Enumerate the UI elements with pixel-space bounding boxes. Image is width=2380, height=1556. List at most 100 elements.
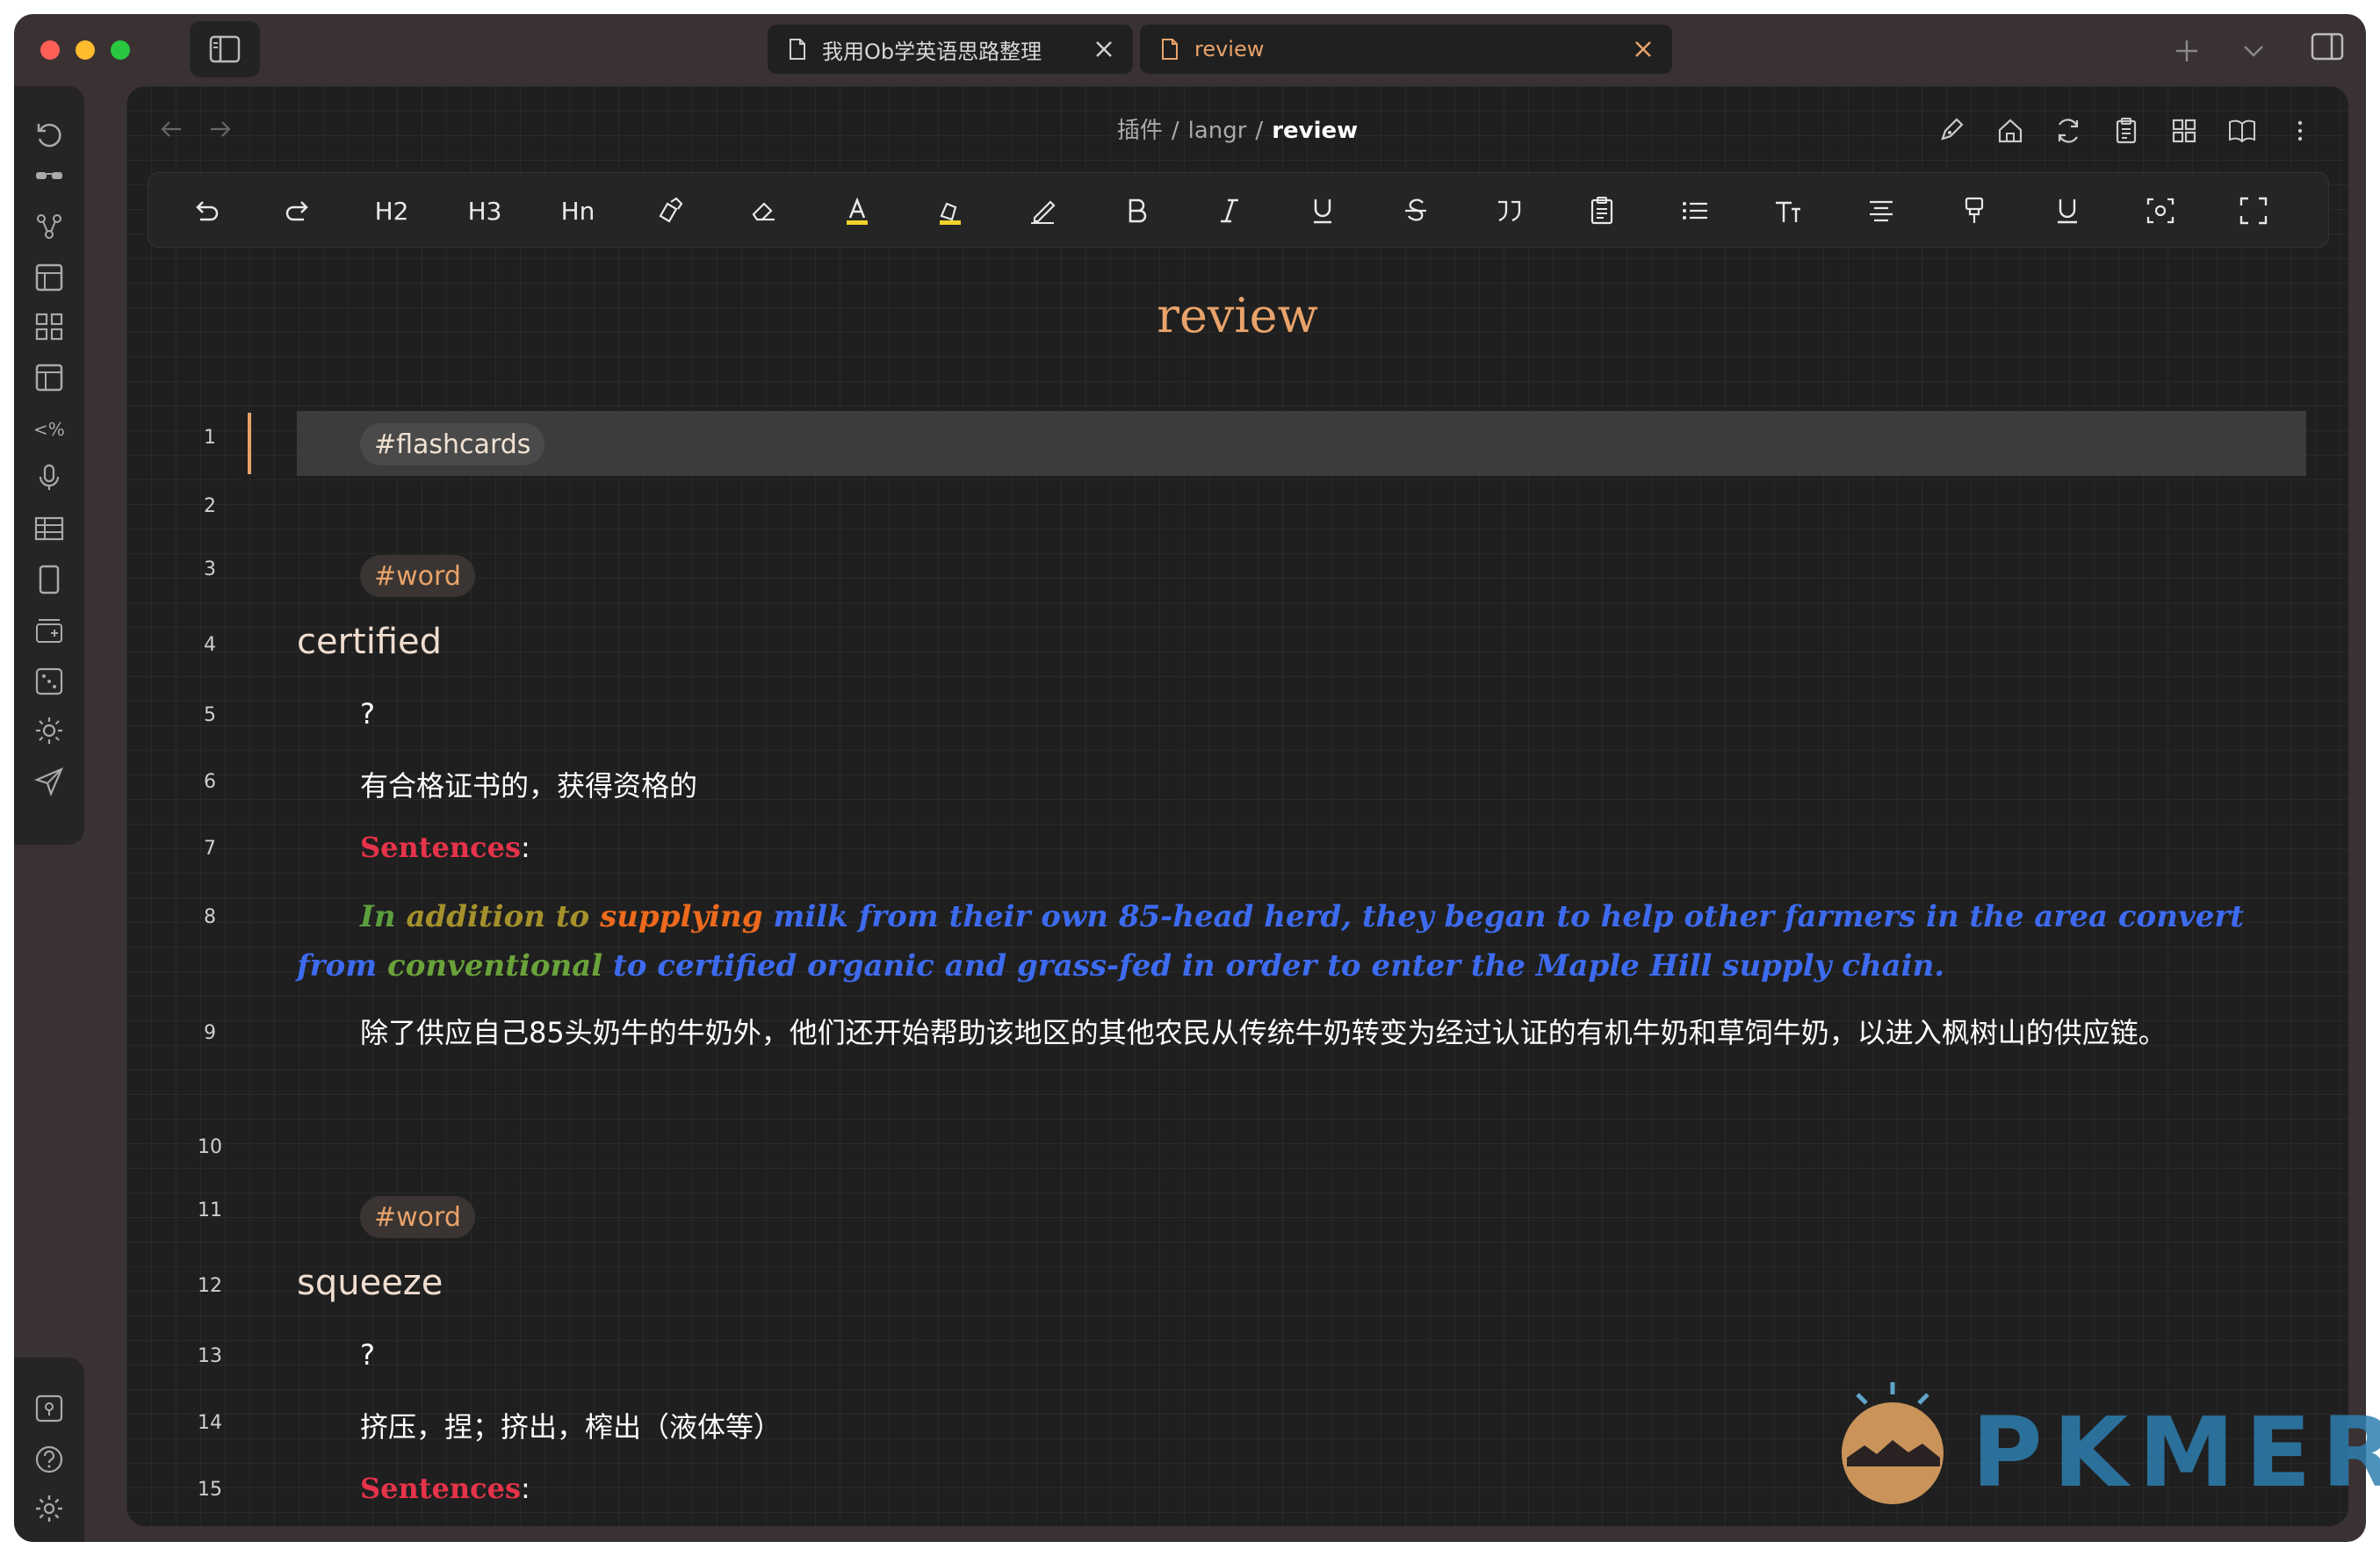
tab-list-chevron-icon[interactable]: [2236, 33, 2271, 68]
format-brush-icon: [659, 197, 683, 223]
close-tab-icon[interactable]: [1094, 40, 1114, 59]
strikethrough-button[interactable]: [1394, 191, 1438, 231]
font-color-button[interactable]: [835, 191, 879, 231]
sentences-colon: :: [521, 831, 530, 864]
eraser-icon: [752, 202, 775, 221]
settings-gear-icon[interactable]: [33, 1493, 65, 1524]
breadcrumb-separator: /: [1255, 118, 1264, 144]
close-tab-icon[interactable]: [1634, 40, 1653, 59]
help-icon[interactable]: [33, 1444, 65, 1475]
word-heading: squeeze: [297, 1263, 444, 1303]
pen-button[interactable]: [1021, 191, 1065, 231]
left-ribbon-bottom: [14, 1358, 84, 1542]
tab-label: review: [1194, 37, 1265, 61]
sun-icon[interactable]: [33, 715, 65, 746]
tag-word[interactable]: #word: [360, 1196, 475, 1238]
quote-button[interactable]: [1487, 191, 1531, 231]
breadcrumb-part[interactable]: langr: [1188, 118, 1247, 144]
word-meaning: 有合格证书的，获得资格的: [360, 769, 698, 803]
vault-icon[interactable]: [33, 1393, 65, 1424]
focus-button[interactable]: [2138, 191, 2182, 231]
templater-icon[interactable]: <%: [33, 413, 65, 444]
add-card-icon[interactable]: [33, 615, 65, 646]
underline-alt-button[interactable]: [2045, 191, 2089, 231]
example-sentence: In addition to supplying milk from their…: [297, 892, 2306, 991]
table-icon[interactable]: [33, 513, 65, 544]
grid-view-icon[interactable]: [2169, 116, 2199, 146]
heading-2-button[interactable]: H2: [370, 191, 414, 231]
dashboard-icon[interactable]: [33, 311, 65, 342]
highlight-button[interactable]: [928, 191, 972, 231]
undo-button[interactable]: [184, 191, 227, 231]
tablet-icon[interactable]: [33, 564, 65, 595]
example-fragment: In: [360, 899, 407, 934]
underline-button[interactable]: [1301, 191, 1345, 231]
send-icon[interactable]: [33, 766, 65, 797]
title-bar: 我用Ob学英语思路整理 review: [14, 14, 2366, 84]
undo-history-icon[interactable]: [33, 119, 65, 151]
template-icon[interactable]: [33, 362, 65, 393]
underline-icon: [1314, 199, 1331, 224]
edit-mode-icon[interactable]: [1937, 116, 1967, 146]
active-line-highlight: [297, 411, 2306, 476]
redo-icon: [285, 201, 308, 221]
italic-button[interactable]: [1208, 191, 1251, 231]
align-button[interactable]: [1859, 191, 1903, 231]
example-fragment: conventional: [387, 948, 614, 983]
app-window: 我用Ob学英语思路整理 review <% 插件 / langr / revie…: [14, 14, 2366, 1542]
flashcard-question-mark: ?: [360, 1338, 375, 1372]
heading-3-button[interactable]: H3: [463, 191, 507, 231]
graph-icon[interactable]: [33, 211, 65, 242]
redo-button[interactable]: [277, 191, 321, 231]
bold-icon: [1129, 198, 1147, 223]
document-icon: [1162, 39, 1178, 60]
bold-button[interactable]: [1114, 191, 1158, 231]
sidebar-right-icon[interactable]: [2310, 30, 2345, 65]
clipboard-icon[interactable]: [2111, 116, 2141, 146]
breadcrumb-part[interactable]: 插件: [1117, 118, 1163, 144]
paint-bucket-button[interactable]: [1952, 191, 1996, 231]
sync-icon[interactable]: [2053, 116, 2083, 146]
line-number: 8: [204, 906, 216, 928]
document-icon: [790, 39, 805, 60]
italic-icon: [1221, 198, 1238, 223]
tab-ob-english-notes[interactable]: 我用Ob学英语思路整理: [768, 25, 1133, 74]
more-options-icon[interactable]: [2285, 116, 2315, 146]
text-size-button[interactable]: [1766, 191, 1810, 231]
tab-review[interactable]: review: [1140, 25, 1672, 74]
layout-icon[interactable]: [33, 262, 65, 293]
word-heading: certified: [297, 622, 443, 662]
microphone-icon[interactable]: [33, 462, 65, 493]
minimize-window-button[interactable]: [76, 40, 95, 60]
document-title[interactable]: review: [126, 288, 2348, 343]
clipboard-button[interactable]: [1580, 191, 1624, 231]
glasses-icon[interactable]: [33, 160, 65, 191]
sentences-line: Sentences:: [360, 831, 530, 864]
example-translation: 除了供应自己85头奶牛的牛奶外，他们还开始帮助该地区的其他农民从传统牛奶转变为经…: [360, 1016, 2167, 1049]
brush-roller-icon: [1965, 197, 1984, 223]
pkmer-wordmark: PKMER: [1972, 1396, 2380, 1509]
underline-alt-icon: [2058, 199, 2077, 224]
left-sidebar-toggle-button[interactable]: [190, 21, 260, 77]
format-painter-button[interactable]: [649, 191, 693, 231]
flashcard-question-mark: ?: [360, 697, 375, 731]
example-fragment: addition: [406, 899, 556, 934]
bulleted-list-button[interactable]: [1673, 191, 1717, 231]
new-tab-icon[interactable]: [2169, 33, 2204, 68]
heading-n-button[interactable]: Hn: [556, 191, 600, 231]
breadcrumb-current[interactable]: review: [1272, 118, 1358, 144]
clear-format-button[interactable]: [742, 191, 786, 231]
close-window-button[interactable]: [40, 40, 60, 60]
zoom-window-button[interactable]: [111, 40, 130, 60]
dice-icon[interactable]: [33, 666, 65, 697]
tag-word[interactable]: #word: [360, 555, 475, 597]
heading-2-label: H2: [374, 196, 409, 226]
highlighter-icon: [940, 202, 961, 225]
home-icon[interactable]: [1995, 116, 2025, 146]
line-number: 12: [198, 1275, 222, 1297]
fullscreen-button[interactable]: [2232, 191, 2275, 231]
reading-view-icon[interactable]: [2227, 116, 2257, 146]
line-number: 11: [198, 1199, 222, 1221]
example-fragment: to certified organic and grass-fed in or…: [613, 948, 1945, 983]
tag-flashcards[interactable]: #flashcards: [360, 423, 545, 465]
